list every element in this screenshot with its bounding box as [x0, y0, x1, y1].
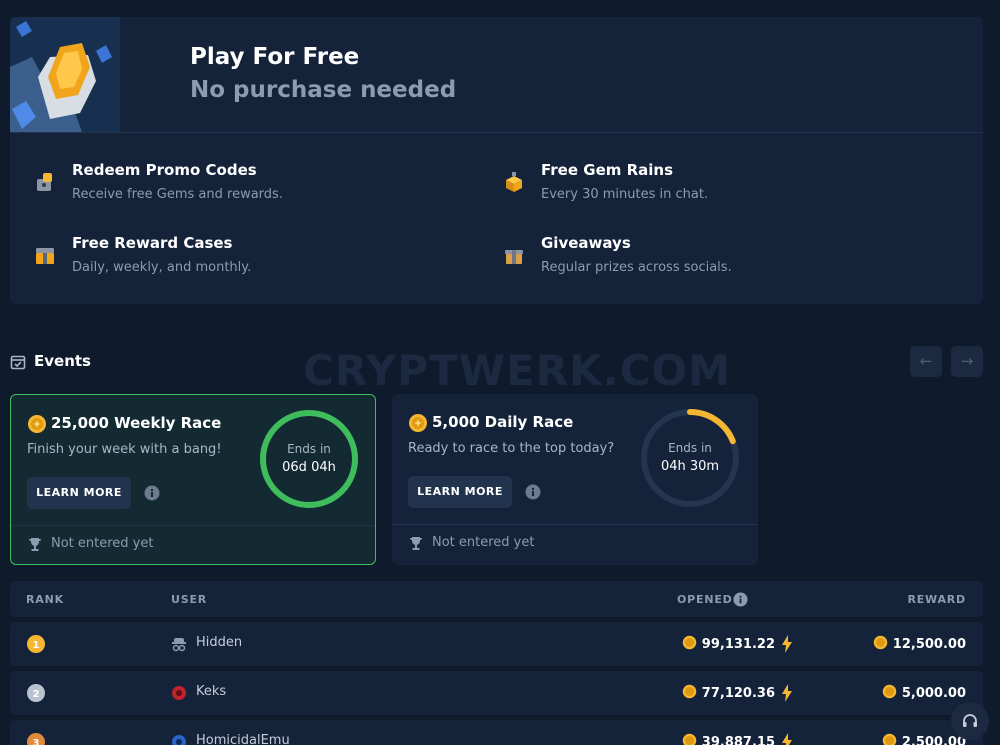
bolt-icon: [782, 733, 792, 745]
ends-in-value: 04h 30m: [660, 459, 720, 474]
events-title: Events: [34, 352, 91, 370]
countdown-ring: [641, 409, 739, 507]
gem-hand-illustration: [10, 17, 120, 132]
info-icon[interactable]: [525, 484, 541, 500]
username[interactable]: HomicidalEmu: [196, 733, 290, 745]
feature-subtitle: Regular prizes across socials.: [541, 260, 732, 275]
coin-icon: [682, 733, 697, 745]
coin-icon: [682, 684, 697, 699]
opened-amount: 99,131.22: [682, 635, 775, 652]
event-title: 25,000 Weekly Race: [51, 414, 222, 432]
learn-more-button[interactable]: LEARN MORE: [408, 476, 512, 508]
rank-number: 1: [33, 640, 40, 651]
events-prev-button[interactable]: ←: [910, 346, 942, 377]
coin-icon: [873, 635, 888, 650]
info-icon[interactable]: [733, 592, 748, 607]
ends-in-label: Ends in: [287, 442, 331, 456]
user-avatar-icon: [172, 686, 186, 700]
trophy-icon: [410, 537, 422, 550]
play-for-free-panel: Play For Free No purchase needed Redeem …: [10, 17, 983, 304]
entry-status: Not entered yet: [432, 535, 535, 550]
column-rank: RANK: [26, 593, 64, 606]
reward-value: 12,500.00: [892, 637, 966, 652]
gem-box-icon: [506, 172, 522, 192]
calendar-check-icon: [10, 355, 26, 370]
opened-value: 99,131.22: [701, 637, 775, 652]
reward-amount: 12,500.00: [873, 635, 966, 652]
feature-title: Free Gem Rains: [541, 161, 674, 179]
countdown-progress-arc: [260, 410, 358, 508]
support-chat-button[interactable]: [951, 702, 989, 740]
rank-number: 2: [33, 689, 40, 700]
rank-number: 3: [33, 738, 40, 745]
ends-in-value: 06d 04h: [282, 460, 336, 475]
username[interactable]: Hidden: [196, 635, 242, 650]
user-avatar-icon: [172, 735, 186, 745]
watermark: CRYPTWERK.COM: [303, 346, 731, 395]
feature-subtitle: Receive free Gems and rewards.: [72, 187, 283, 202]
card-divider: [392, 524, 758, 525]
leaderboard-header: RANK USER OPENED REWARD: [10, 581, 983, 617]
ends-in-label: Ends in: [668, 441, 712, 455]
info-icon[interactable]: [144, 485, 160, 501]
column-opened: OPENED: [677, 593, 733, 606]
event-subtitle: Finish your week with a bang!: [27, 442, 222, 457]
event-subtitle: Ready to race to the top today?: [408, 441, 615, 456]
reward-value: 2,500.00: [901, 735, 966, 745]
feature-subtitle: Every 30 minutes in chat.: [541, 187, 709, 202]
hidden-user-icon: [172, 638, 186, 652]
reward-amount: 2,500.00: [882, 733, 966, 745]
event-card-weekly-race[interactable]: 25,000 Weekly Race Finish your week with…: [10, 394, 376, 565]
coin-icon: [682, 635, 697, 650]
hero-divider: [10, 132, 983, 133]
feature-title: Redeem Promo Codes: [72, 161, 257, 179]
promo-key-icon: [37, 173, 52, 191]
opened-value: 77,120.36: [701, 686, 775, 701]
feature-title: Giveaways: [541, 234, 631, 252]
username[interactable]: Keks: [196, 684, 226, 699]
rank-medal-icon: 2: [27, 684, 45, 702]
entry-status: Not entered yet: [51, 536, 154, 551]
opened-value: 39,887.15: [701, 735, 775, 745]
column-user: USER: [171, 593, 208, 606]
coin-icon: [882, 733, 897, 745]
reward-case-icon: [36, 248, 54, 264]
bolt-icon: [782, 684, 792, 702]
events-next-button[interactable]: →: [951, 346, 983, 377]
table-row[interactable]: 1 Hidden 99,131.22 12,500.00: [10, 622, 983, 666]
reward-value: 5,000.00: [901, 686, 966, 701]
table-row[interactable]: 3 HomicidalEmu 39,887.15 2,500.00: [10, 720, 983, 745]
learn-more-button[interactable]: LEARN MORE: [27, 477, 131, 509]
bolt-icon: [782, 635, 792, 653]
coin-icon: [882, 684, 897, 699]
coin-icon: [409, 414, 427, 432]
rank-medal-icon: 1: [27, 635, 45, 653]
trophy-icon: [29, 538, 41, 551]
gift-icon: [505, 250, 523, 264]
table-row[interactable]: 2 Keks 77,120.36 5,000.00: [10, 671, 983, 715]
coin-icon: [28, 415, 46, 433]
countdown-ring: [260, 410, 358, 508]
card-divider: [11, 525, 375, 526]
event-title: 5,000 Daily Race: [432, 413, 574, 431]
opened-amount: 39,887.15: [682, 733, 775, 745]
feature-subtitle: Daily, weekly, and monthly.: [72, 260, 252, 275]
event-card-daily-race[interactable]: 5,000 Daily Race Ready to race to the to…: [392, 394, 758, 565]
headset-icon: [963, 714, 977, 727]
hero-title: Play For Free: [190, 44, 360, 70]
column-reward: REWARD: [907, 593, 966, 606]
rank-medal-icon: 3: [27, 733, 45, 745]
hero-subtitle: No purchase needed: [190, 77, 457, 103]
feature-title: Free Reward Cases: [72, 234, 233, 252]
opened-amount: 77,120.36: [682, 684, 775, 701]
reward-amount: 5,000.00: [882, 684, 966, 701]
